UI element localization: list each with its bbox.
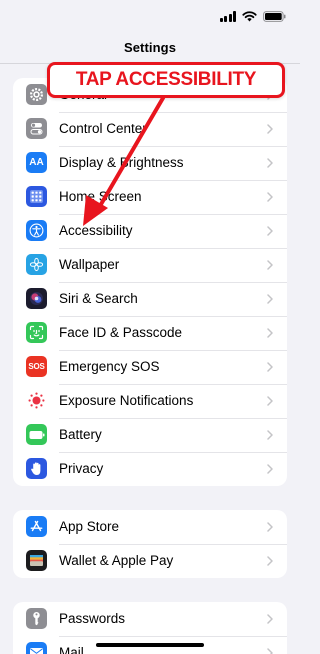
annotation-arrow-icon [83, 96, 165, 226]
home-indicator [96, 643, 204, 647]
